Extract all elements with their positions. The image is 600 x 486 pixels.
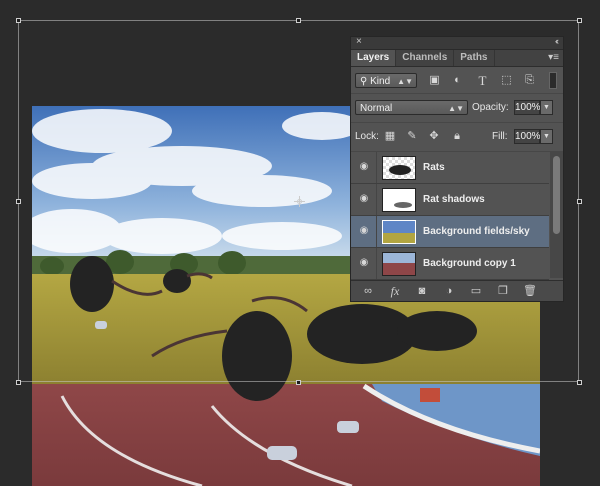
- transform-handle-middle-left[interactable]: [16, 199, 21, 204]
- lock-all-icon[interactable]: 🔒︎: [451, 130, 463, 142]
- close-icon[interactable]: ×: [356, 36, 362, 47]
- adjustment-layer-icon[interactable]: ◑: [442, 284, 456, 298]
- collapse-icon[interactable]: ‹‹: [555, 36, 559, 46]
- blend-mode-dropdown[interactable]: Normal ▲▼: [355, 100, 468, 115]
- new-group-icon[interactable]: ▭: [469, 284, 483, 298]
- transform-reference-point-icon[interactable]: [294, 196, 305, 207]
- layer-row-rats[interactable]: ◉ Rats: [351, 152, 549, 184]
- filter-kind-label: Kind: [370, 76, 391, 87]
- layer-name: Rats: [423, 162, 445, 173]
- type-filter-icon[interactable]: T: [477, 74, 488, 87]
- search-icon: ⚲: [360, 76, 368, 87]
- eye-icon[interactable]: ◉: [357, 162, 371, 172]
- layers-panel: × ‹‹ Layers Channels Paths ▾≡ ⚲ Kind ▲▼ …: [350, 36, 564, 302]
- filter-row: ⚲ Kind ▲▼ ▣ ◐ T ⬚ ⎘: [351, 67, 563, 94]
- fill-label: Fill:: [492, 131, 508, 142]
- layer-thumbnail: [382, 220, 416, 244]
- lock-label: Lock:: [355, 131, 379, 142]
- layer-name: Background fields/sky: [423, 226, 530, 237]
- add-mask-icon[interactable]: ◙: [415, 284, 429, 298]
- panel-bottom-bar: ∞ fx ◙ ◑ ▭ ❐ 🗑︎: [351, 280, 563, 301]
- eye-icon[interactable]: ◉: [357, 258, 371, 268]
- layer-thumbnail: [382, 252, 416, 276]
- layer-row-background-copy-1[interactable]: ◉ Background copy 1: [351, 248, 549, 280]
- new-layer-icon[interactable]: ❐: [496, 284, 510, 298]
- visibility-toggle[interactable]: ◉: [351, 216, 377, 247]
- dropdown-arrow-icon: ▲▼: [397, 77, 413, 86]
- transform-handle-top-right[interactable]: [577, 18, 582, 23]
- transform-handle-bottom-right[interactable]: [577, 380, 582, 385]
- transform-handle-top-center[interactable]: [296, 18, 301, 23]
- visibility-toggle[interactable]: ◉: [351, 184, 377, 215]
- opacity-label: Opacity:: [472, 102, 509, 113]
- visibility-toggle[interactable]: ◉: [351, 152, 377, 183]
- filter-toggle-switch[interactable]: [549, 72, 557, 89]
- layer-name: Rat shadows: [423, 194, 485, 205]
- trash-icon[interactable]: 🗑︎: [523, 284, 537, 298]
- visibility-toggle[interactable]: ◉: [351, 248, 377, 279]
- fill-field[interactable]: 100%: [514, 129, 541, 144]
- tab-paths[interactable]: Paths: [454, 50, 495, 66]
- eye-icon[interactable]: ◉: [357, 226, 371, 236]
- shape-filter-icon[interactable]: ⬚: [501, 75, 512, 86]
- adjustment-filter-icon[interactable]: ◐: [452, 75, 463, 86]
- layer-name: Background copy 1: [423, 258, 516, 269]
- transform-handle-bottom-left[interactable]: [16, 380, 21, 385]
- transform-handle-bottom-center[interactable]: [296, 380, 301, 385]
- tab-channels[interactable]: Channels: [396, 50, 455, 66]
- layer-row-background-fields-sky[interactable]: ◉ Background fields/sky: [351, 216, 549, 248]
- lock-transparent-pixels-icon[interactable]: ▦: [384, 130, 396, 142]
- fx-icon[interactable]: fx: [388, 284, 402, 298]
- panel-tabs: Layers Channels Paths ▾≡: [351, 50, 563, 67]
- dropdown-arrow-icon: ▲▼: [448, 104, 464, 113]
- scrollbar-thumb[interactable]: [553, 156, 560, 234]
- lock-row: Lock: ▦ ✎ ✥ 🔒︎ Fill: 100% ▼: [351, 123, 563, 152]
- lock-image-pixels-icon[interactable]: ✎: [406, 130, 418, 142]
- layer-thumbnail: [382, 188, 416, 212]
- transform-handle-top-left[interactable]: [16, 18, 21, 23]
- lock-position-icon[interactable]: ✥: [428, 130, 440, 142]
- layers-scrollbar[interactable]: [550, 152, 563, 278]
- transform-handle-middle-right[interactable]: [577, 199, 582, 204]
- blend-row: Normal ▲▼ Opacity: 100% ▼: [351, 94, 563, 123]
- link-layers-icon[interactable]: ∞: [361, 284, 375, 298]
- opacity-field[interactable]: 100%: [514, 100, 541, 115]
- opacity-slider-toggle[interactable]: ▼: [540, 100, 553, 115]
- eye-icon[interactable]: ◉: [357, 194, 371, 204]
- fill-slider-toggle[interactable]: ▼: [540, 129, 553, 144]
- blend-mode-value: Normal: [360, 103, 393, 114]
- smart-object-filter-icon[interactable]: ⎘: [524, 75, 535, 86]
- panel-title-bar: × ‹‹: [351, 36, 563, 50]
- layer-thumbnail: [382, 156, 416, 180]
- tab-layers[interactable]: Layers: [351, 50, 397, 66]
- image-filter-icon[interactable]: ▣: [429, 75, 440, 86]
- filter-kind-dropdown[interactable]: ⚲ Kind ▲▼: [355, 73, 417, 88]
- panel-menu-icon[interactable]: ▾≡: [548, 50, 559, 66]
- layer-row-rat-shadows[interactable]: ◉ Rat shadows: [351, 184, 549, 216]
